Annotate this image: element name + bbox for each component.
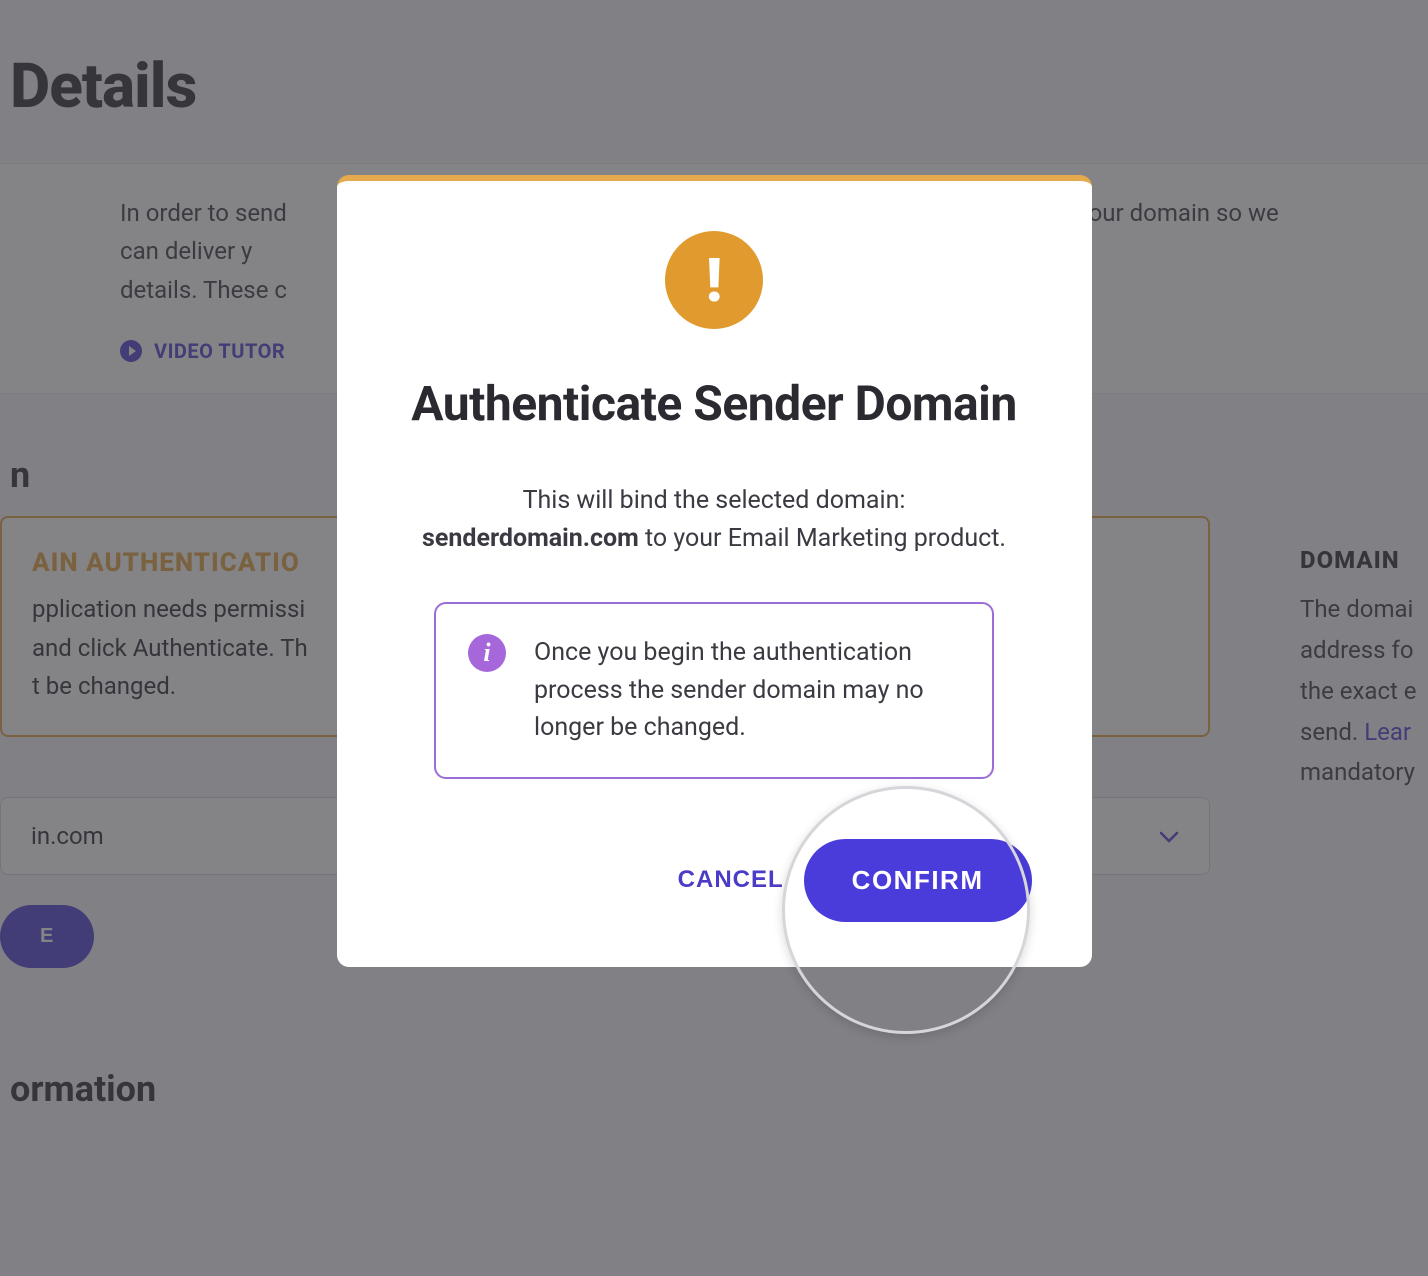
modal-overlay: ! Authenticate Sender Domain This will b… (0, 0, 1428, 1276)
modal-body-text: This will bind the selected domain: send… (397, 482, 1032, 557)
info-icon: i (468, 634, 506, 672)
confirm-button[interactable]: CONFIRM (804, 839, 1032, 922)
cancel-button[interactable]: CANCEL (673, 846, 789, 914)
authenticate-domain-modal: ! Authenticate Sender Domain This will b… (337, 175, 1092, 967)
modal-info-box: i Once you begin the authentication proc… (434, 602, 994, 779)
warning-icon: ! (665, 231, 763, 329)
modal-actions: CANCEL CONFIRM (397, 839, 1032, 922)
modal-body-prefix: This will bind the selected domain: (523, 486, 906, 515)
modal-title: Authenticate Sender Domain (397, 374, 1032, 434)
modal-body-suffix: to your Email Marketing product. (639, 524, 1006, 553)
modal-info-text: Once you begin the authentication proces… (534, 634, 960, 747)
modal-body-domain: senderdomain.com (422, 524, 639, 553)
